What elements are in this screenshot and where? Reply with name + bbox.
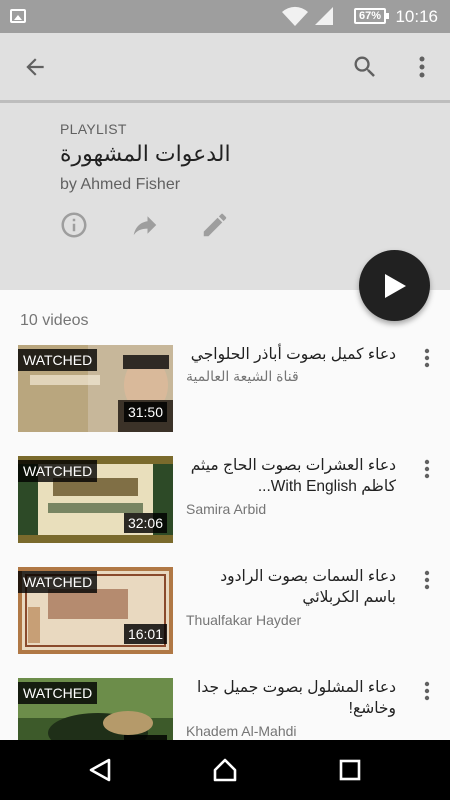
video-thumbnail[interactable]: WATCHED 32:06 [18, 456, 173, 543]
more-options-button[interactable] [400, 45, 444, 89]
more-vert-icon [424, 681, 430, 701]
play-icon [384, 273, 406, 298]
back-button[interactable] [13, 45, 57, 89]
video-more-button[interactable] [412, 343, 442, 373]
watched-badge: WATCHED [18, 349, 98, 371]
edit-icon [203, 213, 227, 237]
edit-button[interactable] [197, 207, 233, 243]
video-thumbnail[interactable]: WATCHED 16:01 [18, 567, 173, 654]
video-channel: قناة الشيعة العالمية [186, 368, 299, 384]
video-title[interactable]: دعاء المشلول بصوت جميل جدا وخاشع! [186, 677, 396, 719]
more-vert-icon [424, 459, 430, 479]
nav-back-button[interactable] [80, 752, 120, 788]
more-vert-icon [424, 570, 430, 590]
video-list-item[interactable]: WATCHED 32:06 دعاء العشرات بصوت الحاج مي… [0, 456, 450, 556]
search-button[interactable] [343, 45, 387, 89]
nav-recents-icon [339, 759, 361, 781]
playlist-title: الدعوات المشهورة [60, 141, 231, 166]
nav-home-button[interactable] [205, 752, 245, 788]
nav-home-icon [213, 758, 237, 782]
video-channel: Samira Arbid [186, 501, 267, 517]
image-icon [10, 9, 26, 23]
video-more-button[interactable] [412, 454, 442, 484]
back-arrow-icon [26, 58, 44, 76]
watched-badge: WATCHED [18, 460, 98, 482]
wifi-icon [282, 6, 308, 26]
video-list-item[interactable]: WATCHED 16:01 دعاء السمات بصوت الرادود ب… [0, 567, 450, 667]
status-bar: 67% 10:16 [0, 0, 450, 33]
share-button[interactable] [127, 207, 163, 243]
more-vert-icon [419, 56, 425, 78]
more-vert-icon [424, 348, 430, 368]
system-nav-bar [0, 740, 450, 800]
playlist-owner: by Ahmed Fisher [60, 176, 181, 193]
video-thumbnail[interactable]: WATCHED 31:50 [18, 345, 173, 432]
video-channel: Khadem Al-Mahdi [186, 723, 297, 739]
watched-badge: WATCHED [18, 682, 98, 704]
battery-icon: 67% [354, 8, 389, 24]
battery-level: 67% [358, 10, 382, 22]
video-more-button[interactable] [412, 676, 442, 706]
share-icon [133, 216, 157, 235]
app-bar [0, 33, 450, 100]
video-title[interactable]: دعاء العشرات بصوت الحاج ميثم كاظم With E… [186, 455, 396, 497]
video-title[interactable]: دعاء السمات بصوت الرادود باسم الكربلائي [186, 566, 396, 608]
info-icon [61, 212, 87, 238]
signal-icon [315, 7, 333, 25]
video-more-button[interactable] [412, 565, 442, 595]
watched-badge: WATCHED [18, 571, 98, 593]
video-duration: 16:01 [123, 624, 167, 644]
video-duration: 31:50 [123, 402, 167, 422]
video-list-item[interactable]: WATCHED 31:50 دعاء كميل بصوت أباذر الحلو… [0, 345, 450, 445]
video-duration: 32:06 [123, 513, 167, 533]
clock: 10:16 [395, 7, 438, 26]
video-channel: Thualfakar Hayder [186, 612, 302, 628]
video-count: 10 videos [20, 312, 89, 329]
search-icon [354, 56, 375, 77]
info-button[interactable] [56, 207, 92, 243]
playlist-kind-label: PLAYLIST [60, 121, 127, 137]
video-title[interactable]: دعاء كميل بصوت أباذر الحلواجي [186, 344, 396, 365]
nav-back-icon [89, 758, 111, 782]
play-all-button[interactable] [359, 250, 430, 321]
nav-recents-button[interactable] [330, 752, 370, 788]
